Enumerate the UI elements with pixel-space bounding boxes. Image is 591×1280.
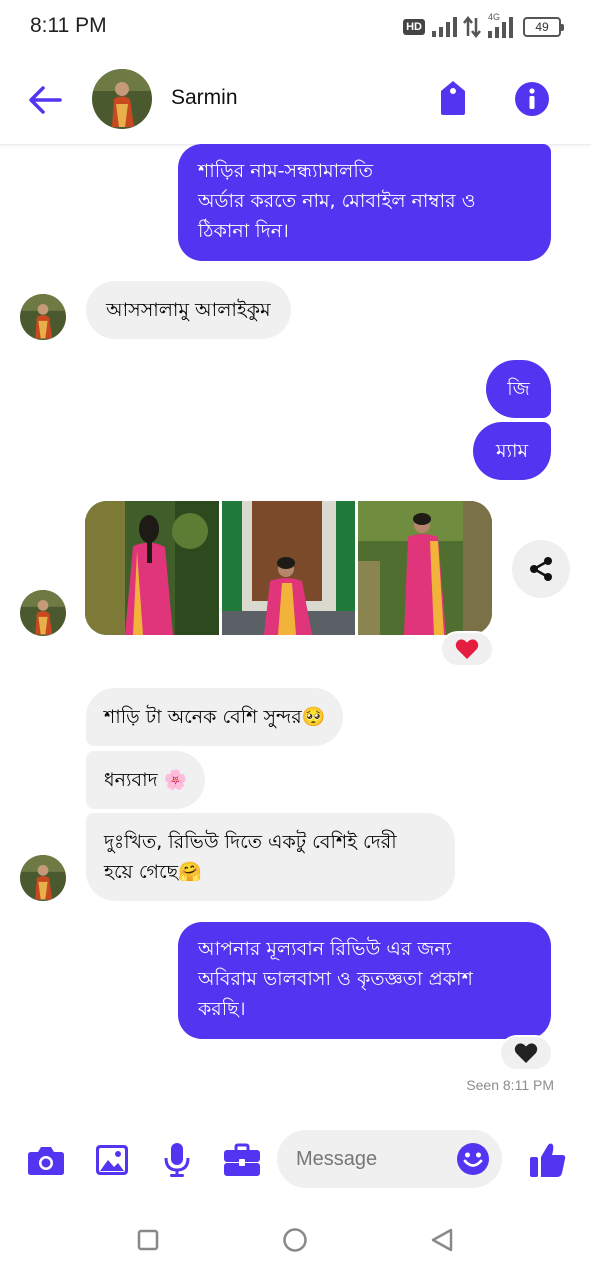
briefcase-icon bbox=[224, 1143, 260, 1176]
seen-status: Seen 8:11 PM bbox=[466, 1077, 554, 1093]
outgoing-message[interactable]: আপনার মূল্যবান রিভিউ এর জন্য অবিরাম ভালব… bbox=[178, 922, 551, 1039]
message-line: করছি। bbox=[198, 998, 246, 1020]
signal-icon bbox=[432, 17, 457, 37]
photo-image bbox=[221, 501, 356, 635]
avatar-photo bbox=[20, 590, 66, 636]
heart-icon bbox=[455, 639, 479, 659]
home-button[interactable] bbox=[281, 1226, 309, 1254]
sender-avatar[interactable] bbox=[20, 590, 66, 636]
contact-avatar[interactable] bbox=[92, 69, 152, 129]
recent-apps-button[interactable] bbox=[134, 1226, 162, 1254]
message-line: শাড়ির নাম-সন্ধ্যামালতি bbox=[198, 160, 374, 182]
arrow-left-icon bbox=[29, 86, 62, 114]
saree-photo[interactable] bbox=[358, 501, 492, 635]
sender-avatar[interactable] bbox=[20, 855, 66, 901]
message-text: আসসালামু আলাইকুম bbox=[106, 299, 271, 321]
message-line: আপনার মূল্যবান রিভিউ এর জন্য bbox=[198, 938, 452, 960]
message-text: ধন্যবাদ 🌸 bbox=[104, 769, 188, 791]
back-nav-button[interactable] bbox=[428, 1226, 456, 1254]
message-line: দুঃখিত, রিভিউ দিতে একটু বেশিই দেরী bbox=[104, 831, 397, 853]
message-text: শাড়ি টা অনেক বেশি সুন্দর🥺 bbox=[104, 706, 326, 728]
photo-attachment-group[interactable] bbox=[85, 501, 492, 635]
data-transfer-icon bbox=[463, 16, 481, 38]
tag-icon bbox=[441, 81, 465, 115]
incoming-message[interactable]: শাড়ি টা অনেক বেশি সুন্দর🥺 bbox=[86, 688, 344, 746]
message-line: অর্ডার করতে নাম, মোবাইল নাম্বার ও bbox=[198, 190, 476, 212]
square-icon bbox=[137, 1229, 159, 1251]
photo-image bbox=[85, 501, 219, 635]
outgoing-message[interactable]: ম্যাম bbox=[473, 422, 551, 480]
incoming-message[interactable]: আসসালামু আলাইকুম bbox=[86, 281, 291, 339]
message-line: অবিরাম ভালবাসা ও কৃতজ্ঞতা প্রকাশ bbox=[198, 968, 473, 990]
back-button[interactable] bbox=[26, 81, 64, 119]
info-icon bbox=[515, 82, 549, 116]
reaction-badge[interactable] bbox=[499, 1035, 553, 1071]
message-text: জি bbox=[507, 378, 530, 400]
incoming-message[interactable]: ধন্যবাদ 🌸 bbox=[86, 751, 206, 809]
message-composer: Message bbox=[0, 1120, 591, 1200]
share-icon bbox=[530, 557, 552, 581]
message-line: ঠিকানা দিন। bbox=[198, 220, 289, 242]
thumbs-up-icon bbox=[530, 1143, 566, 1177]
status-time: 8:11 PM bbox=[30, 14, 107, 37]
camera-icon bbox=[28, 1147, 64, 1175]
like-button[interactable] bbox=[528, 1140, 568, 1180]
message-input[interactable]: Message bbox=[277, 1130, 502, 1188]
avatar-photo bbox=[20, 294, 66, 340]
avatar-photo bbox=[20, 855, 66, 901]
outgoing-message[interactable]: শাড়ির নাম-সন্ধ্যামালতি অর্ডার করতে নাম,… bbox=[178, 144, 551, 261]
share-button[interactable] bbox=[512, 540, 570, 598]
message-line: হয়ে গেছে🤗 bbox=[104, 861, 202, 883]
info-button[interactable] bbox=[514, 81, 550, 117]
system-nav-bar bbox=[0, 1200, 591, 1280]
sender-avatar[interactable] bbox=[20, 294, 66, 340]
status-icons: HD 4G 49 bbox=[403, 12, 564, 40]
message-placeholder: Message bbox=[296, 1148, 378, 1170]
chat-header: Sarmin bbox=[0, 55, 591, 145]
hd-badge: HD bbox=[403, 19, 425, 35]
emoji-button[interactable] bbox=[456, 1142, 490, 1176]
photo-image bbox=[358, 501, 492, 635]
signal-4g-icon: 4G bbox=[487, 12, 517, 39]
reaction-badge[interactable] bbox=[440, 631, 494, 667]
image-icon bbox=[96, 1145, 128, 1175]
contact-name[interactable]: Sarmin bbox=[171, 86, 238, 110]
microphone-icon bbox=[164, 1143, 190, 1177]
circle-icon bbox=[283, 1228, 307, 1252]
battery-icon: 49 bbox=[523, 17, 564, 37]
tag-button[interactable] bbox=[436, 79, 470, 117]
outgoing-message[interactable]: জি bbox=[486, 360, 551, 418]
black-heart-icon bbox=[514, 1043, 538, 1063]
incoming-message[interactable]: দুঃখিত, রিভিউ দিতে একটু বেশিই দেরী হয়ে … bbox=[86, 813, 455, 901]
business-tools-button[interactable] bbox=[222, 1140, 262, 1180]
voice-button[interactable] bbox=[157, 1140, 197, 1180]
avatar-photo bbox=[92, 69, 152, 129]
saree-photo[interactable] bbox=[221, 501, 356, 635]
saree-photo[interactable] bbox=[85, 501, 219, 635]
camera-button[interactable] bbox=[26, 1140, 66, 1180]
status-bar: 8:11 PM HD 4G 49 bbox=[0, 0, 591, 55]
triangle-back-icon bbox=[431, 1228, 453, 1252]
gallery-button[interactable] bbox=[92, 1140, 132, 1180]
message-text: ম্যাম bbox=[495, 440, 529, 462]
smiley-icon bbox=[457, 1143, 489, 1175]
